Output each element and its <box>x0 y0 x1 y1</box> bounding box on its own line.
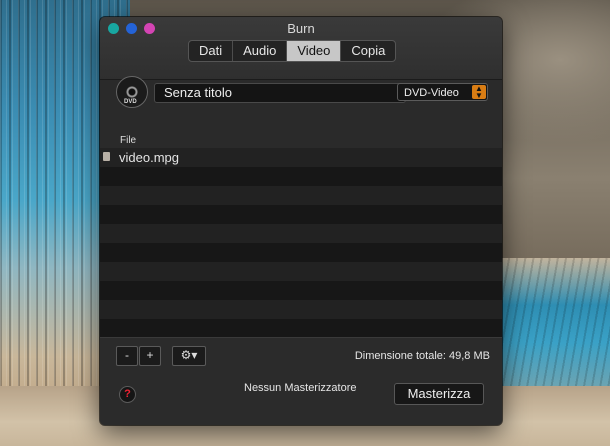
bottom-bar: - + ⚙▾ Dimensione totale: 49,8 MB ? Ness… <box>100 337 502 425</box>
list-item[interactable]: video.mpg <box>100 148 502 167</box>
format-select[interactable]: DVD-Video ▲ ▼ <box>397 83 488 101</box>
tab-dati[interactable]: Dati <box>189 41 232 61</box>
file-list[interactable]: File video.mpg <box>100 134 502 337</box>
add-file-button[interactable]: + <box>139 346 161 366</box>
burn-window: Burn Dati Audio Video Copia DVD Senza ti… <box>100 17 502 425</box>
help-button[interactable]: ? <box>119 386 136 403</box>
burn-button[interactable]: Masterizza <box>394 383 484 405</box>
tab-copia[interactable]: Copia <box>340 41 395 61</box>
column-header-file: File <box>120 135 137 146</box>
titlebar: Burn Dati Audio Video Copia <box>100 17 502 80</box>
file-name: video.mpg <box>119 150 179 165</box>
tab-bar: Dati Audio Video Copia <box>188 40 397 62</box>
file-icon <box>103 152 110 161</box>
burner-status-text: Nessun Masterizzatore <box>244 382 357 394</box>
format-select-value: DVD-Video <box>404 87 459 99</box>
gear-menu-button[interactable]: ⚙▾ <box>172 346 206 366</box>
total-size-label: Dimensione totale: 49,8 MB <box>354 350 490 362</box>
remove-file-button[interactable]: - <box>116 346 138 366</box>
updown-arrows-icon: ▲ ▼ <box>472 85 486 100</box>
disc-name-input[interactable]: Senza titolo <box>154 83 406 103</box>
dvd-icon-label: DVD <box>124 99 137 105</box>
file-list-header: File <box>100 134 502 148</box>
tab-audio[interactable]: Audio <box>232 41 286 61</box>
file-list-rows <box>100 148 502 337</box>
tab-video[interactable]: Video <box>286 41 341 61</box>
window-title: Burn <box>287 21 315 36</box>
